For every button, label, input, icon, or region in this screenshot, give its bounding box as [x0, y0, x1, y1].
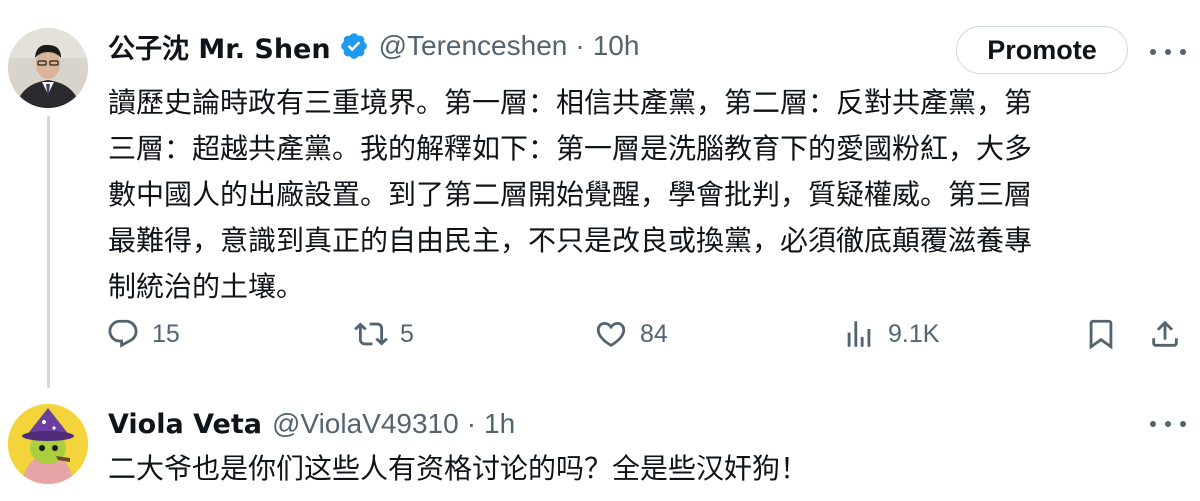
user-handle[interactable]: @ViolaV49310: [272, 408, 459, 440]
promote-button[interactable]: Promote: [956, 26, 1128, 74]
user-handle[interactable]: @Terenceshen: [379, 30, 568, 62]
display-name[interactable]: Viola Veta: [108, 409, 262, 440]
views-count: 9.1K: [888, 319, 940, 348]
views-button[interactable]: 9.1K: [842, 308, 939, 360]
avatar[interactable]: [8, 404, 88, 484]
reply-tweet[interactable]: Viola Veta @ViolaV49310 · 1h 二大爷也是你们这些人有…: [0, 390, 1200, 501]
tweet-actions: 15 5 84 9.1K: [0, 308, 1200, 360]
share-button[interactable]: [1148, 308, 1182, 360]
avatar-cartoon-image: [8, 404, 88, 484]
tweet-text: 二大爷也是你们这些人有资格讨论的吗？全是些汉奸狗！: [108, 452, 809, 485]
reply-button[interactable]: 15: [106, 308, 180, 360]
more-icon[interactable]: [1150, 414, 1186, 434]
display-name[interactable]: 公子沈 Mr. Shen: [108, 27, 331, 66]
separator-dot: ·: [466, 408, 477, 439]
avatar[interactable]: [8, 28, 88, 108]
like-count: 84: [640, 319, 668, 348]
verified-badge-icon[interactable]: [339, 31, 369, 61]
views-icon: [847, 321, 871, 347]
tweet-header: 公子沈 Mr. Shen @Terenceshen · 10h: [108, 24, 639, 68]
tweet-text: 讀歷史論時政有三重境界。第一層：相信共產黨，第二層：反對共產黨，第 三層：超越共…: [108, 86, 1033, 303]
reply-icon: [108, 319, 138, 348]
avatar-photo: [8, 28, 88, 108]
main-tweet[interactable]: 公子沈 Mr. Shen @Terenceshen · 10h Promote …: [0, 0, 1200, 390]
bookmark-button[interactable]: [1084, 308, 1118, 360]
repost-button[interactable]: 5: [354, 308, 414, 360]
reply-count: 15: [152, 319, 180, 348]
bookmark-icon: [1089, 319, 1113, 350]
tweet-header: Viola Veta @ViolaV49310 · 1h: [108, 402, 515, 446]
repost-count: 5: [400, 319, 414, 348]
repost-icon: [354, 322, 388, 346]
timestamp[interactable]: 1h: [484, 408, 515, 440]
more-icon[interactable]: [1150, 42, 1186, 62]
share-icon: [1152, 320, 1178, 347]
separator-dot: ·: [575, 30, 585, 61]
like-button[interactable]: 84: [594, 308, 668, 360]
timestamp[interactable]: 10h: [593, 30, 640, 62]
like-icon: [596, 321, 626, 347]
